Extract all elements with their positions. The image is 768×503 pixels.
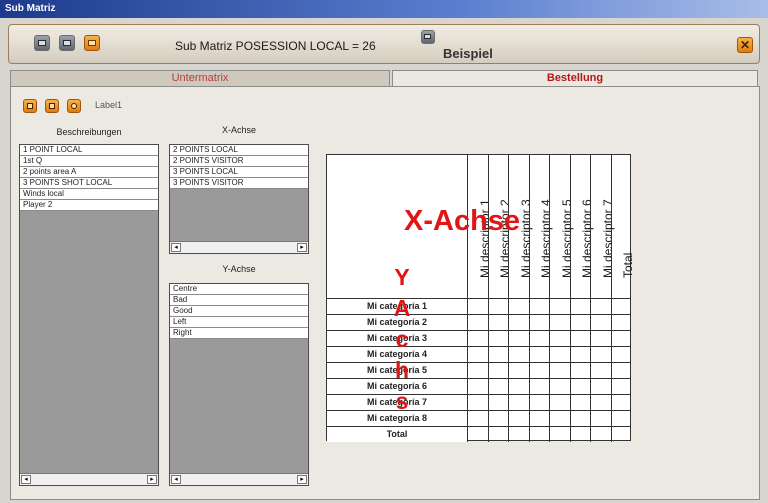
matrix-column-header: Mi descriptor 7 [590, 155, 615, 298]
grid-line [467, 410, 631, 411]
list-item[interactable]: Left [170, 317, 308, 328]
list-item[interactable]: 3 POINTS LOCAL [170, 167, 308, 178]
list-item[interactable]: Good [170, 306, 308, 317]
matrix-column-header: Mi descriptor 6 [569, 155, 594, 298]
x-axis-overlay-label: X-Achse [404, 205, 521, 237]
beschreibungen-header: Beschreibungen [56, 127, 122, 137]
list-item[interactable]: Player 2 [20, 200, 158, 211]
matrix-column-header: Total [610, 155, 636, 298]
tab-untermatrix[interactable]: Untermatrix [10, 70, 390, 86]
open-folder-icon[interactable] [23, 99, 37, 113]
scroll-right-icon[interactable]: ▸ [297, 243, 307, 252]
save-disk-icon[interactable] [45, 99, 59, 113]
x-achse-list[interactable]: 2 POINTS LOCAL 2 POINTS VISITOR 3 POINTS… [169, 144, 309, 254]
grid-line [610, 298, 612, 442]
label1: Label1 [95, 100, 123, 110]
grid-line [467, 330, 631, 331]
grid-line [467, 394, 631, 395]
horizontal-scrollbar[interactable]: ◂ ▸ [170, 473, 308, 485]
list-item[interactable]: Centre [170, 284, 308, 295]
grid-line [467, 314, 631, 315]
scroll-left-icon[interactable]: ◂ [171, 243, 181, 252]
refresh-icon[interactable] [67, 99, 81, 113]
grid-line [590, 298, 591, 442]
x-achse-header: X-Achse [221, 125, 256, 135]
close-button[interactable]: ✕ [737, 37, 753, 53]
scroll-left-icon[interactable]: ◂ [21, 475, 31, 484]
list-item[interactable]: Right [170, 328, 308, 339]
grid-line [467, 346, 631, 347]
grid-line [528, 298, 530, 442]
grid-line [467, 362, 631, 363]
y-achse-header: Y-Achse [222, 264, 256, 274]
matrix-column-header: Mi descriptor 4 [528, 155, 553, 298]
y-achse-list[interactable]: Centre Bad Good Left Right ◂ ▸ [169, 283, 309, 486]
matrix-title: Beispiel [443, 46, 493, 61]
y-axis-overlay-label: Y Achs [393, 264, 411, 414]
example-matrix: Mi descriptor 1 Mi descriptor 2 Mi descrip… [326, 154, 636, 442]
window-titlebar: Sub Matriz [0, 0, 768, 18]
matrix-column-header: Mi descriptor 5 [549, 155, 574, 298]
grid-line [569, 298, 571, 442]
grid-line [467, 298, 468, 442]
horizontal-scrollbar[interactable]: ◂ ▸ [20, 473, 158, 485]
list-item[interactable]: Winds local [20, 189, 158, 200]
list-item[interactable]: 1 POINT LOCAL [20, 145, 158, 156]
film-icon[interactable] [84, 35, 100, 51]
grid-line [487, 298, 489, 442]
scroll-right-icon[interactable]: ▸ [147, 475, 157, 484]
list-item[interactable]: 2 points area A [20, 167, 158, 178]
grid-line [467, 298, 631, 299]
scroll-right-icon[interactable]: ▸ [297, 475, 307, 484]
list-item[interactable]: 2 POINTS LOCAL [170, 145, 308, 156]
camera-icon[interactable] [59, 35, 75, 51]
grid-line [508, 298, 509, 442]
save-icon[interactable] [421, 30, 435, 44]
list-item[interactable]: 1st Q [20, 156, 158, 167]
toolbar-title: Sub Matriz POSESSION LOCAL = 26 [175, 39, 376, 53]
matrix-row-header: Total [327, 426, 467, 442]
horizontal-scrollbar[interactable]: ◂ ▸ [170, 241, 308, 253]
list-item[interactable]: 2 POINTS VISITOR [170, 156, 308, 167]
list-item[interactable]: 3 POINTS SHOT LOCAL [20, 178, 158, 189]
grid-line [467, 426, 631, 427]
grid-line [549, 298, 550, 442]
toolbar: Sub Matriz POSESSION LOCAL = 26 ✕ [8, 24, 760, 64]
printer-icon[interactable] [34, 35, 50, 51]
beschreibungen-list[interactable]: 1 POINT LOCAL 1st Q 2 points area A 3 PO… [19, 144, 159, 486]
list-item[interactable]: 3 POINTS VISITOR [170, 178, 308, 189]
tab-bestellung[interactable]: Bestellung [392, 70, 758, 86]
scroll-left-icon[interactable]: ◂ [171, 475, 181, 484]
grid-line [467, 378, 631, 379]
list-item[interactable]: Bad [170, 295, 308, 306]
column-label: Total [621, 252, 636, 278]
